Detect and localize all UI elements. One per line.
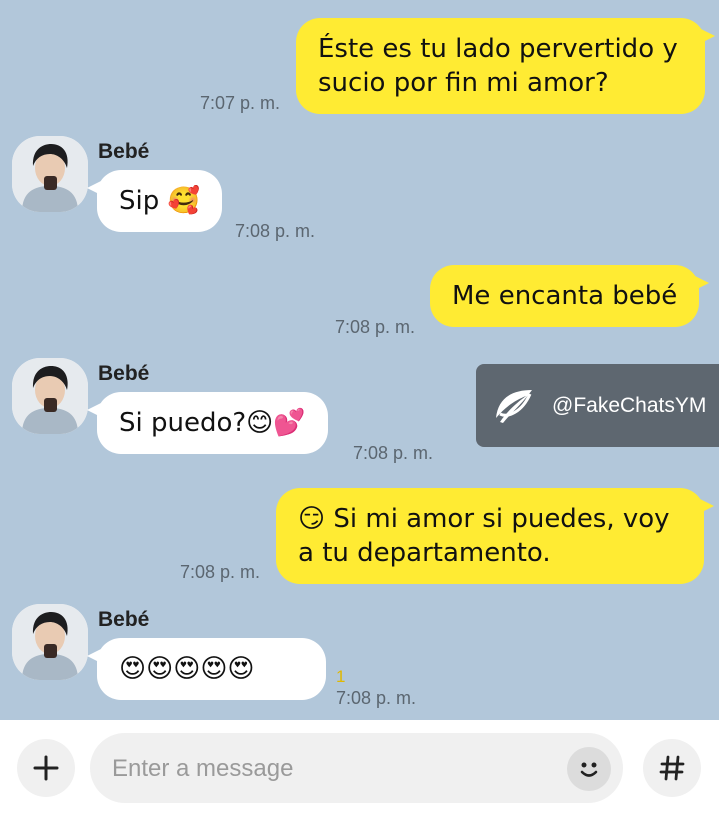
received-message-bubble[interactable]: 😍😍😍😍😍 bbox=[87, 638, 326, 700]
smiley-icon bbox=[580, 762, 598, 777]
sent-message-bubble[interactable]: 😏 Si mi amor si puedes, voy a tu departa… bbox=[276, 488, 714, 584]
sent-message-bubble[interactable]: Éste es tu lado pervertido y sucio por f… bbox=[296, 18, 715, 114]
message-time: 7:08 p. m. bbox=[335, 317, 416, 337]
message-composer bbox=[0, 720, 719, 813]
sent-message-bubble[interactable]: Me encanta bebé bbox=[430, 265, 710, 327]
contact-avatar[interactable] bbox=[12, 358, 88, 434]
plus-icon bbox=[33, 755, 59, 781]
received-message-bubble[interactable]: Sip 🥰 bbox=[87, 170, 222, 232]
chat-area[interactable]: 7:07 p. m. Éste es tu lado pervertido y … bbox=[0, 0, 719, 720]
message-input[interactable] bbox=[110, 733, 554, 805]
watermark-text: @FakeChatsYM bbox=[552, 393, 707, 417]
hash-icon bbox=[659, 755, 685, 781]
contact-avatar[interactable] bbox=[12, 136, 88, 212]
emoji-button[interactable] bbox=[567, 747, 611, 791]
message-input-box[interactable] bbox=[90, 733, 623, 805]
hashtag-button[interactable] bbox=[643, 739, 701, 797]
watermark-badge: @FakeChatsYM bbox=[476, 364, 719, 447]
received-message-bubble[interactable]: Si puedo?😊💕 bbox=[87, 392, 328, 454]
message-time: 7:08 p. m. bbox=[336, 688, 417, 708]
leaf-icon bbox=[496, 389, 532, 423]
person-photo-icon bbox=[12, 604, 88, 680]
message-time: 7:07 p. m. bbox=[200, 93, 281, 113]
sender-name: Bebé bbox=[98, 362, 150, 385]
message-time: 7:08 p. m. bbox=[235, 221, 316, 241]
sender-name: Bebé bbox=[98, 140, 150, 163]
sender-name: Bebé bbox=[98, 608, 150, 631]
add-attachment-button[interactable] bbox=[17, 739, 75, 797]
unread-count: 1 bbox=[336, 667, 346, 686]
person-photo-icon bbox=[12, 136, 88, 212]
message-time: 7:08 p. m. bbox=[180, 562, 261, 582]
person-photo-icon bbox=[12, 358, 88, 434]
message-time: 7:08 p. m. bbox=[353, 443, 434, 463]
contact-avatar[interactable] bbox=[12, 604, 88, 680]
